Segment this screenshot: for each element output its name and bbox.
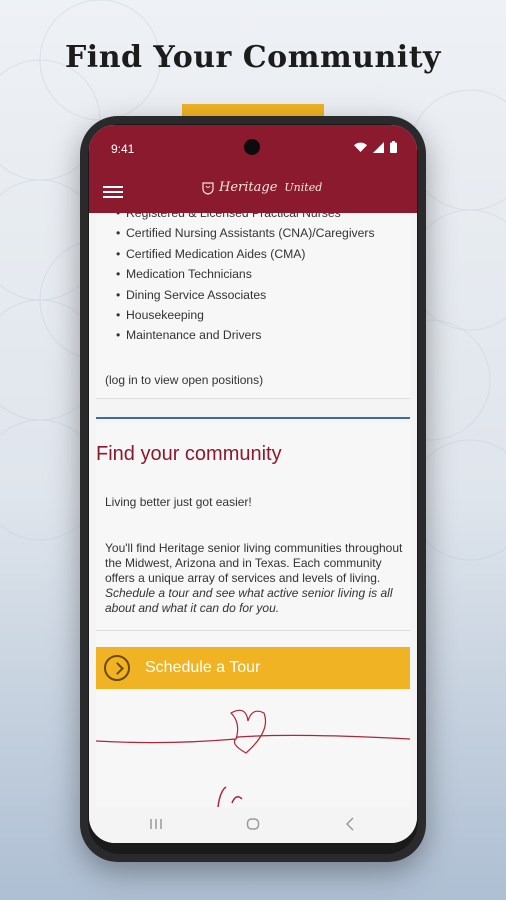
card-separator: [96, 630, 410, 631]
schedule-tour-button[interactable]: Schedule a Tour: [96, 647, 410, 689]
login-note: (log in to view open positions): [105, 373, 264, 387]
list-item: Certified Medication Aides (CMA): [116, 244, 410, 265]
description-italic: Schedule a tour and see what active seni…: [105, 586, 393, 615]
tagline: Living better just got easier!: [105, 495, 252, 509]
brand-name: Heritage: [219, 180, 278, 195]
list-item: Registered & Licensed Practical Nurses: [116, 213, 410, 224]
list-item: Housekeeping: [116, 305, 410, 326]
wifi-icon: [354, 142, 367, 152]
status-time: 9:41: [111, 142, 135, 156]
system-nav-bar: [89, 807, 417, 843]
section-divider: [96, 417, 410, 419]
promo-headline: Find Your Community: [65, 40, 441, 75]
signal-icon: [373, 141, 384, 153]
back-icon[interactable]: [344, 817, 356, 831]
scroll-content[interactable]: Registered & Licensed Practical Nurses C…: [89, 213, 417, 807]
status-bar: 9:41: [89, 125, 417, 173]
phone-screen: 9:41 Heritage United Registered & Licens…: [89, 125, 417, 843]
list-item: Medication Technicians: [116, 264, 410, 285]
hamburger-icon[interactable]: [103, 183, 123, 201]
recents-icon[interactable]: [149, 817, 163, 831]
list-item: Dining Service Associates: [116, 285, 410, 306]
jobs-card: Registered & Licensed Practical Nurses C…: [96, 213, 410, 399]
list-item: Maintenance and Drivers: [116, 325, 410, 346]
brand-logo: Heritage United: [201, 180, 322, 195]
logo-emblem-icon: [202, 181, 214, 195]
brand-sub: United: [284, 181, 323, 194]
home-icon[interactable]: [246, 817, 260, 831]
section-title: Find your community: [96, 443, 282, 465]
battery-icon: [390, 141, 397, 153]
community-description: You'll find Heritage senior living commu…: [105, 541, 405, 616]
heart-line-icon: [95, 709, 411, 807]
heart-graphic: [95, 703, 411, 807]
app-bar: Heritage United: [89, 173, 417, 213]
description-text: You'll find Heritage senior living commu…: [105, 541, 403, 585]
camera-cutout: [244, 139, 260, 155]
chevron-right-circle-icon: [104, 655, 130, 681]
job-list: Registered & Licensed Practical Nurses C…: [96, 213, 410, 346]
list-item: Certified Nursing Assistants (CNA)/Careg…: [116, 223, 410, 244]
status-icons: [354, 141, 397, 153]
schedule-tour-label: Schedule a Tour: [145, 659, 261, 676]
